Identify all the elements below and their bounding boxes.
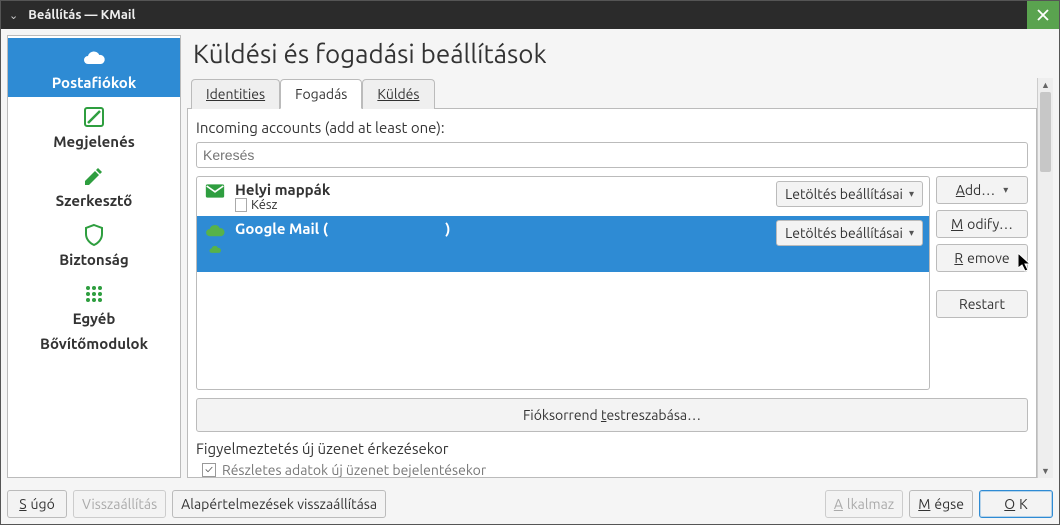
sidebar-item-composer[interactable]: Szerkesztő [8,156,180,215]
accounts-list[interactable]: Helyi mappák Kész Letöltés beáll [196,176,930,390]
reset-button[interactable]: Visszaállítás [73,490,166,518]
account-name: Google Mail ( ) [235,220,768,237]
scroll-down-icon[interactable]: ▼ [1038,464,1053,478]
settings-window: ⌄ Beállítás — KMail Postafiókok Megjelen… [0,0,1060,525]
add-account-button[interactable]: Add…▾ [936,176,1028,204]
account-search-input[interactable] [196,142,1028,168]
cloud-icon [12,44,176,72]
sidebar-item-label: Biztonság [12,251,176,268]
account-action-buttons: Add…▾ Modify… Remove Restart [936,176,1028,390]
category-sidebar: Postafiókok Megjelenés Szerkesztő Bizton… [7,35,181,478]
download-settings-button[interactable]: Letöltés beállításai ▾ [776,220,923,246]
sidebar-item-accounts[interactable]: Postafiókok [8,38,180,97]
window-menu-icon[interactable]: ⌄ [9,9,18,22]
appearance-icon [12,103,176,131]
incoming-accounts-label: Incoming accounts (add at least one): [196,119,1028,136]
remove-account-button[interactable]: Remove [936,244,1028,272]
sidebar-item-label: Megjelenés [12,133,176,150]
tab-identities[interactable]: Identities [191,79,280,109]
tab-bar: Identities Fogadás Küldés [187,78,1037,109]
tab-receiving[interactable]: Fogadás [280,79,362,109]
sidebar-item-plugins[interactable]: Bővítőmodulok [8,333,180,358]
window-title: Beállítás — KMail [28,8,135,22]
shield-icon [12,221,176,249]
download-settings-button[interactable]: Letöltés beállításai ▾ [776,181,923,207]
restart-account-button[interactable]: Restart [936,290,1028,318]
main-panel: Küldési és fogadási beállítások Identiti… [187,35,1053,478]
sidebar-item-label: Egyéb [12,310,176,327]
account-row-google[interactable]: Google Mail ( ) Letöltés beállításai ▾ [197,216,929,272]
document-icon [235,198,247,212]
chevron-down-icon: ▾ [909,188,914,200]
scroll-up-icon[interactable]: ▲ [1038,78,1053,92]
sidebar-item-appearance[interactable]: Megjelenés [8,97,180,156]
edit-icon [12,162,176,190]
page-title: Küldési és fogadási beállítások [187,35,1053,78]
customize-account-order-button[interactable]: Fióksorrend testreszabása… [196,398,1028,432]
grid-icon [12,280,176,308]
account-row-local[interactable]: Helyi mappák Kész Letöltés beáll [197,177,929,216]
tab-sending[interactable]: Küldés [362,79,434,109]
cloud-icon [203,220,227,254]
modify-account-button[interactable]: Modify… [936,210,1028,238]
mail-icon [203,181,227,199]
account-status: Kész [235,198,768,212]
dialog-button-bar: Súgó Visszaállítás Alapértelmezések viss… [1,484,1059,524]
sidebar-item-label: Bővítőmodulok [12,335,176,352]
account-name: Helyi mappák [235,181,768,198]
window-close-button[interactable] [1027,1,1059,29]
detailed-notify-row[interactable]: ✓ Részletes adatok új üzenet bejelentése… [196,457,1028,477]
cancel-button[interactable]: Mégse [909,490,973,518]
vertical-scrollbar[interactable]: ▲ ▼ [1037,78,1053,478]
sidebar-item-label: Szerkesztő [12,192,176,209]
titlebar: ⌄ Beállítás — KMail [1,1,1059,29]
help-button[interactable]: Súgó [7,490,67,518]
defaults-button[interactable]: Alapértelmezések visszaállítása [172,490,386,518]
scroll-thumb[interactable] [1040,92,1051,172]
window-body: Postafiókok Megjelenés Szerkesztő Bizton… [1,29,1059,484]
sidebar-item-security[interactable]: Biztonság [8,215,180,274]
sidebar-item-label: Postafiókok [12,74,176,91]
sidebar-item-misc[interactable]: Egyéb [8,274,180,333]
chevron-down-icon: ▾ [1003,184,1008,196]
chevron-down-icon: ▾ [909,227,914,239]
detailed-notify-label: Részletes adatok új üzenet bejelentéseko… [222,462,486,477]
new-mail-notify-label: Figyelmeztetés új üzenet érkezésekor [196,440,1028,457]
ok-button[interactable]: OK [979,490,1053,518]
checkbox-icon[interactable]: ✓ [202,463,216,477]
tab-content-receiving: Incoming accounts (add at least one): He… [187,109,1037,478]
apply-button[interactable]: Alkalmaz [825,490,903,518]
